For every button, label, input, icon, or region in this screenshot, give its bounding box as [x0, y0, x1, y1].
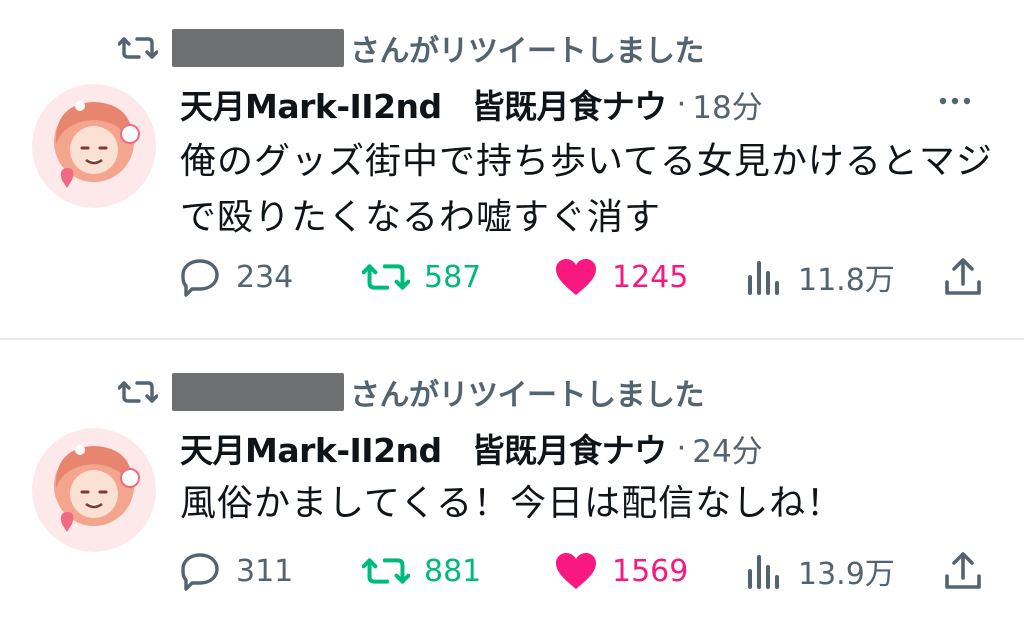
retweet-button[interactable]: 881: [362, 546, 481, 596]
views-button[interactable]: 13.9万: [744, 546, 895, 596]
tweet-card[interactable]: さんがリツイートしました 天月Mark-II2nd 皆既月食ナウ · 18分 俺…: [0, 0, 1024, 338]
retweet-icon: [118, 31, 158, 65]
separator-dot: ·: [676, 86, 687, 122]
retweet-icon: [362, 551, 410, 591]
share-icon: [942, 256, 984, 298]
retweet-label: さんがリツイートしました: [350, 34, 705, 69]
action-bar: 311 881 1569 13.9万: [178, 546, 998, 596]
retweet-icon: [362, 257, 410, 297]
share-button[interactable]: [942, 546, 984, 596]
reply-button[interactable]: 234: [178, 252, 293, 302]
share-icon: [942, 550, 984, 592]
reply-button[interactable]: 311: [178, 546, 293, 596]
views-button[interactable]: 11.8万: [744, 252, 895, 302]
views-count: 11.8万: [798, 263, 895, 298]
tweet-header: 天月Mark-II2nd 皆既月食ナウ · 24分: [180, 424, 763, 472]
retweet-context: さんがリツイートしました: [118, 372, 705, 413]
retweet-button[interactable]: 587: [362, 252, 481, 302]
timestamp[interactable]: 24分: [692, 426, 762, 471]
redacted-username: [172, 29, 344, 67]
views-icon: [744, 257, 784, 297]
separator-dot: ·: [676, 430, 687, 466]
like-icon: [554, 257, 598, 297]
reply-count: 234: [236, 259, 294, 295]
views-icon: [744, 551, 784, 591]
retweet-count: 587: [424, 259, 482, 295]
tweet-header: 天月Mark-II2nd 皆既月食ナウ · 18分: [180, 80, 763, 128]
retweet-context: さんがリツイートしました: [118, 28, 705, 69]
avatar[interactable]: [32, 428, 156, 552]
like-button[interactable]: 1245: [554, 252, 688, 302]
like-icon: [554, 551, 598, 591]
action-bar: 234 587 1245 11.8万: [178, 252, 998, 302]
like-count: 1569: [612, 553, 689, 589]
views-count: 13.9万: [798, 557, 895, 592]
tweet-card[interactable]: さんがリツイートしました 天月Mark-II2nd 皆既月食ナウ · 24分 風…: [0, 340, 1024, 620]
share-button[interactable]: [942, 252, 984, 302]
author-handle[interactable]: 皆既月食ナウ: [472, 424, 668, 472]
more-icon: [939, 97, 971, 105]
retweet-count: 881: [424, 553, 482, 589]
timestamp[interactable]: 18分: [692, 82, 762, 127]
retweet-icon: [118, 375, 158, 409]
like-button[interactable]: 1569: [554, 546, 688, 596]
tweet-text: 俺のグッズ街中で持ち歩いてる女見かけるとマジで殴りたくなるわ嘘すぐ消す: [180, 141, 993, 238]
tweet-text: 風俗かましてくる！今日は配信なしね！: [180, 483, 844, 524]
redacted-username: [172, 373, 344, 411]
author-handle[interactable]: 皆既月食ナウ: [472, 80, 668, 128]
author-name[interactable]: 天月Mark-II2nd: [180, 424, 442, 472]
more-button[interactable]: [932, 86, 978, 116]
like-count: 1245: [612, 259, 689, 295]
reply-icon: [178, 255, 222, 299]
reply-count: 311: [236, 553, 294, 589]
reply-icon: [178, 549, 222, 593]
author-name[interactable]: 天月Mark-II2nd: [180, 80, 442, 128]
retweet-label: さんがリツイートしました: [350, 378, 705, 413]
avatar[interactable]: [32, 84, 156, 208]
